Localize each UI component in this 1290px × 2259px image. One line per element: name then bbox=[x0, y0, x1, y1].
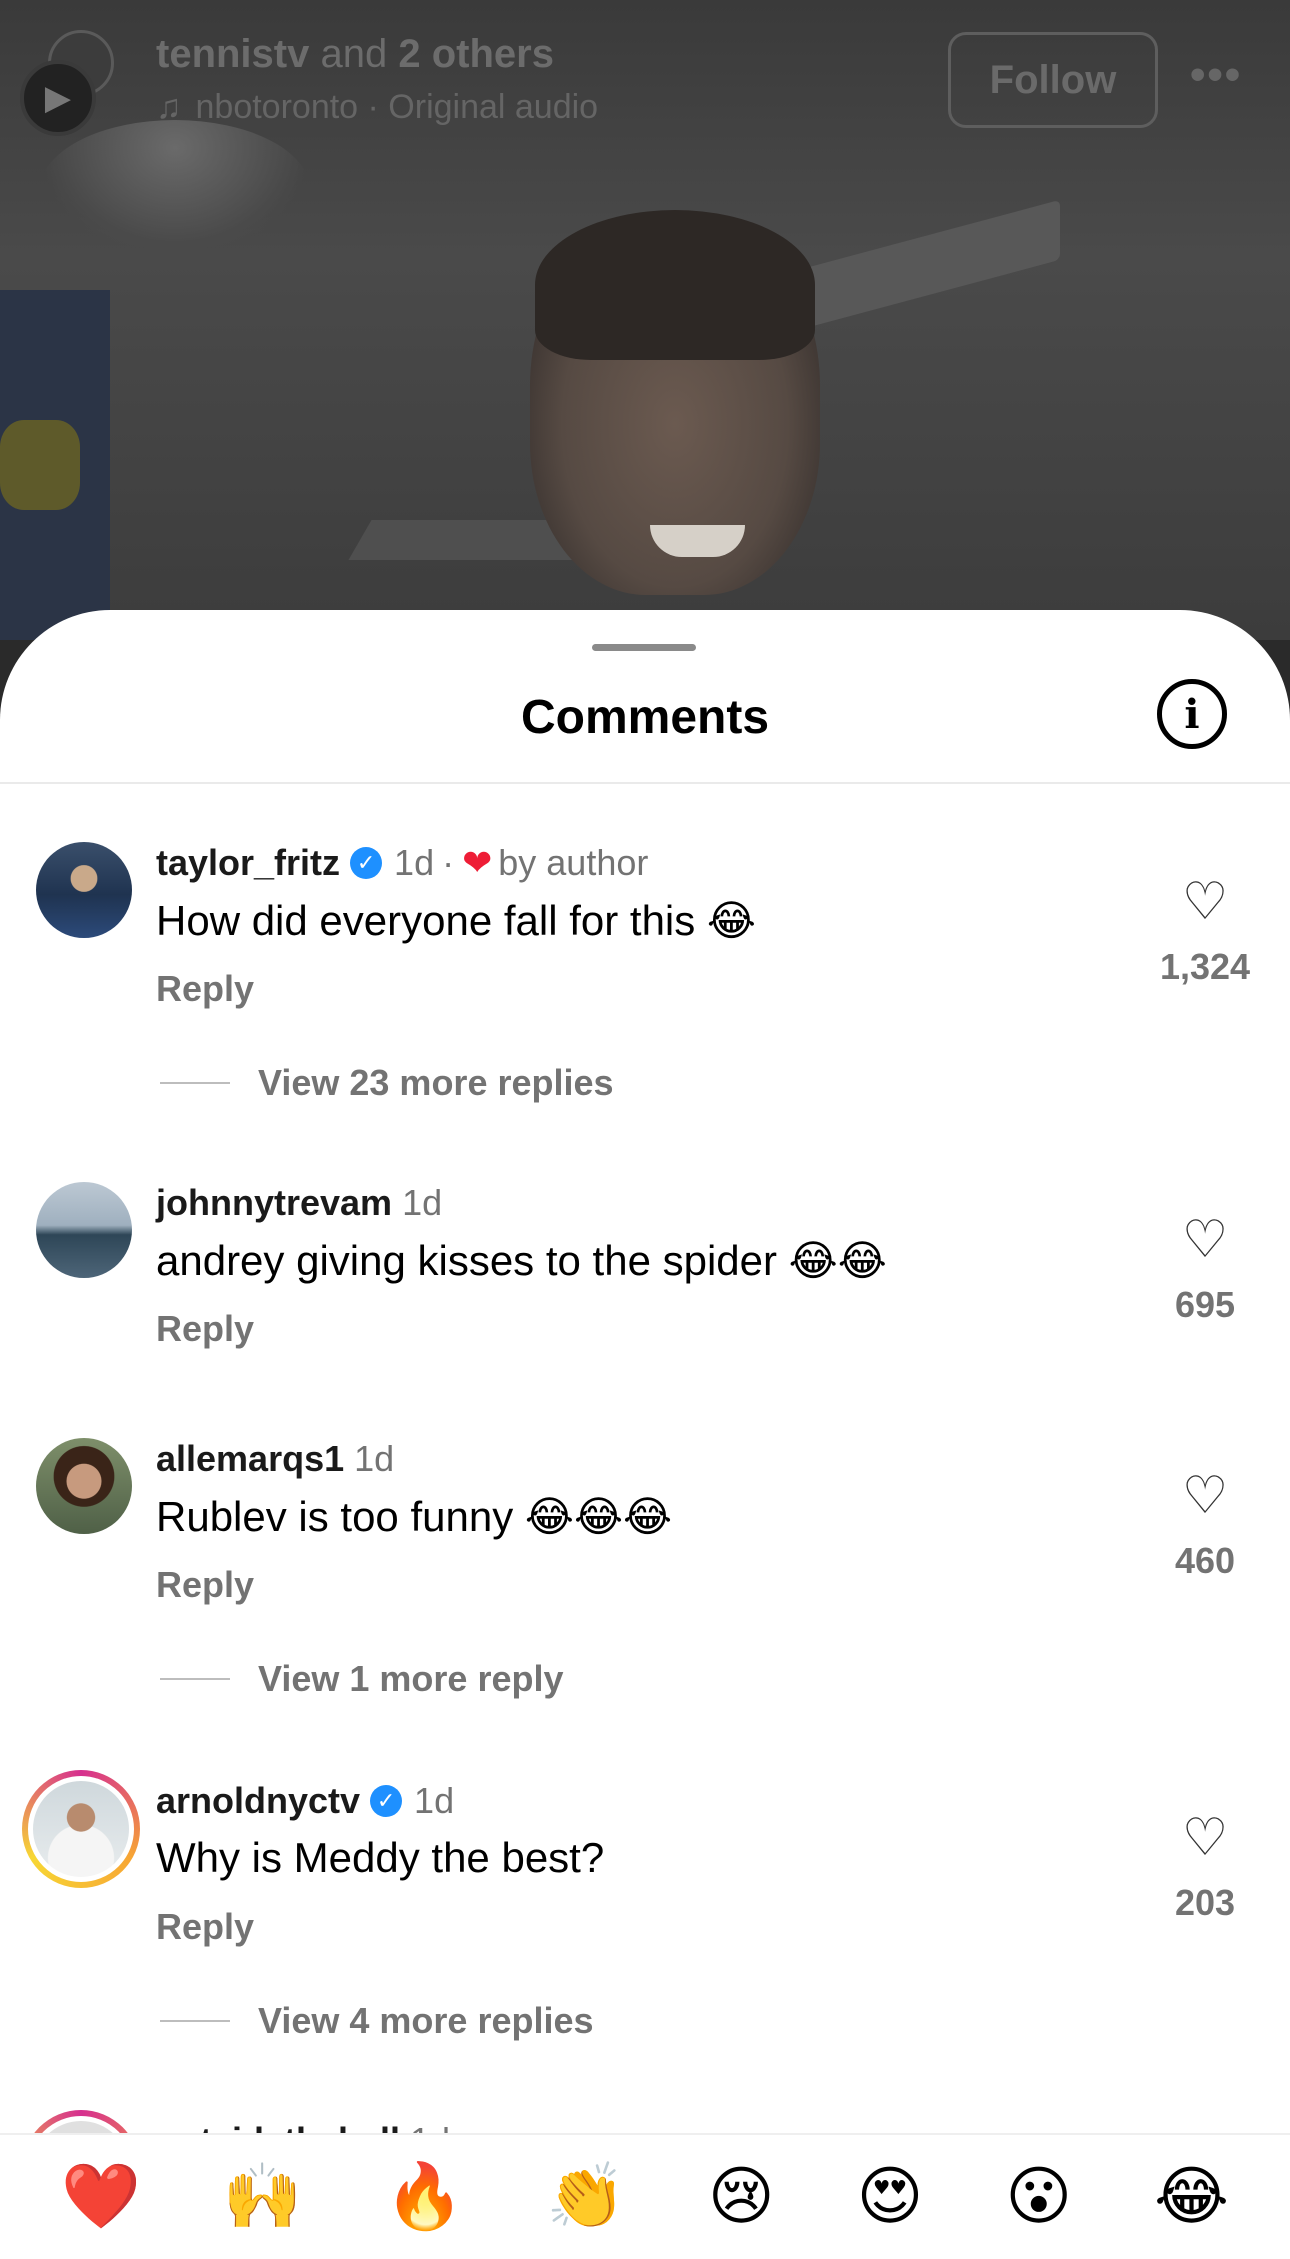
comments-sheet: Comments i taylor_fritz ✓ 1d · ❤ by auth… bbox=[0, 610, 1290, 2259]
like-count: 460 bbox=[1174, 1540, 1236, 1581]
reaction-fire[interactable]: 🔥 bbox=[384, 2165, 464, 2229]
like-control[interactable]: ♡ 1,324 bbox=[1150, 876, 1260, 988]
comment-text: Rublev is too funny 😂😂😂 bbox=[156, 1493, 673, 1540]
comment-username[interactable]: johnnytrevam bbox=[156, 1182, 392, 1224]
comment-time: 1d bbox=[394, 842, 435, 883]
comment-username[interactable]: taylor_fritz bbox=[156, 842, 340, 884]
comment-text: How did everyone fall for this 😂 bbox=[156, 897, 756, 944]
divider bbox=[0, 782, 1290, 784]
flag-detail-shape bbox=[0, 420, 80, 510]
comment-time: 1d bbox=[414, 1780, 455, 1821]
more-options-icon[interactable]: ••• bbox=[1190, 50, 1242, 100]
reel-authors[interactable]: tennistv and 2 others bbox=[156, 32, 554, 77]
view-replies-label: View 4 more replies bbox=[258, 2000, 594, 2041]
like-count: 203 bbox=[1174, 1882, 1236, 1923]
lamp-shape bbox=[40, 120, 310, 260]
view-replies-label: View 23 more replies bbox=[258, 1062, 614, 1103]
audio-info[interactable]: ♫ nbotoronto · Original audio bbox=[156, 88, 598, 127]
author-heart-icon: ❤ bbox=[462, 842, 493, 883]
view-replies-button[interactable]: View 1 more reply bbox=[160, 1658, 564, 1700]
avatar[interactable] bbox=[36, 1438, 132, 1534]
comment-meta: taylor_fritz ✓ 1d · ❤ by author bbox=[156, 842, 648, 884]
avatar[interactable] bbox=[36, 1182, 132, 1278]
reply-button[interactable]: Reply bbox=[156, 1906, 254, 1948]
reaction-heart-eyes[interactable]: 😍 bbox=[857, 2165, 924, 2229]
quick-reaction-bar: ❤️ 🙌 🔥 👏 😢 😍 😮 😂 bbox=[0, 2133, 1290, 2259]
avatar[interactable] bbox=[36, 842, 132, 938]
reaction-cry[interactable]: 😢 bbox=[708, 2165, 775, 2229]
avatar-story-ring[interactable] bbox=[22, 1770, 140, 1888]
reaction-wow[interactable]: 😮 bbox=[1005, 2165, 1072, 2229]
like-count: 695 bbox=[1174, 1284, 1236, 1325]
thread-line bbox=[160, 2020, 230, 2022]
comment-text: Why is Meddy the best? bbox=[156, 1834, 605, 1881]
thread-line bbox=[160, 1678, 230, 1680]
reaction-clap[interactable]: 👏 bbox=[546, 2165, 626, 2229]
reply-button[interactable]: Reply bbox=[156, 1308, 254, 1350]
music-note-icon: ♫ bbox=[156, 88, 182, 126]
separator-dot: · bbox=[442, 842, 455, 883]
reaction-laugh[interactable]: 😂 bbox=[1154, 2165, 1229, 2229]
heart-outline-icon[interactable]: ♡ bbox=[1150, 1470, 1260, 1522]
author-others[interactable]: 2 others bbox=[398, 32, 554, 76]
verified-badge-icon: ✓ bbox=[370, 1785, 403, 1817]
person-hair-shape bbox=[535, 210, 815, 360]
like-control[interactable]: ♡ 695 bbox=[1150, 1214, 1260, 1326]
collab-avatars[interactable]: ▶ bbox=[18, 30, 118, 136]
comment-meta: johnnytrevam 1d bbox=[156, 1182, 442, 1224]
heart-outline-icon[interactable]: ♡ bbox=[1150, 1214, 1260, 1266]
like-count: 1,324 bbox=[1159, 946, 1251, 987]
info-icon[interactable]: i bbox=[1157, 679, 1227, 749]
author-primary[interactable]: tennistv bbox=[156, 32, 309, 76]
avatar bbox=[28, 1776, 134, 1882]
view-replies-button[interactable]: View 4 more replies bbox=[160, 2000, 594, 2042]
view-replies-button[interactable]: View 23 more replies bbox=[160, 1062, 614, 1104]
reply-button[interactable]: Reply bbox=[156, 968, 254, 1010]
comment-username[interactable]: arnoldnyctv bbox=[156, 1780, 360, 1822]
view-replies-label: View 1 more reply bbox=[258, 1658, 564, 1699]
comment-username[interactable]: allemarqs1 bbox=[156, 1438, 344, 1480]
like-control[interactable]: ♡ 460 bbox=[1150, 1470, 1260, 1582]
play-logo-icon: ▶ bbox=[44, 79, 72, 117]
author-joiner: and bbox=[320, 32, 388, 76]
heart-outline-icon[interactable]: ♡ bbox=[1150, 876, 1260, 928]
sheet-title: Comments bbox=[520, 691, 770, 744]
reply-button[interactable]: Reply bbox=[156, 1564, 254, 1606]
like-control[interactable]: ♡ 203 bbox=[1150, 1812, 1260, 1924]
reaction-raised-hands[interactable]: 🙌 bbox=[223, 2165, 303, 2229]
verified-badge-icon: ✓ bbox=[350, 847, 383, 879]
reel-header: ▶ tennistv and 2 others ♫ nbotoronto · O… bbox=[0, 0, 1290, 140]
comment-meta: allemarqs1 1d bbox=[156, 1438, 394, 1480]
heart-outline-icon[interactable]: ♡ bbox=[1150, 1812, 1260, 1864]
comment-text: andrey giving kisses to the spider 😂😂 bbox=[156, 1237, 887, 1284]
avatar: ▶ bbox=[20, 60, 96, 136]
reaction-heart[interactable]: ❤️ bbox=[61, 2165, 141, 2229]
drag-handle[interactable] bbox=[592, 644, 696, 651]
audio-text: nbotoronto · Original audio bbox=[195, 88, 599, 126]
liked-by-author: by author bbox=[498, 842, 649, 883]
comment-meta: arnoldnyctv ✓ 1d bbox=[156, 1780, 454, 1822]
thread-line bbox=[160, 1082, 230, 1084]
comment-time: 1d bbox=[402, 1182, 443, 1223]
comment-time: 1d bbox=[354, 1438, 395, 1479]
follow-button[interactable]: Follow bbox=[948, 32, 1158, 128]
